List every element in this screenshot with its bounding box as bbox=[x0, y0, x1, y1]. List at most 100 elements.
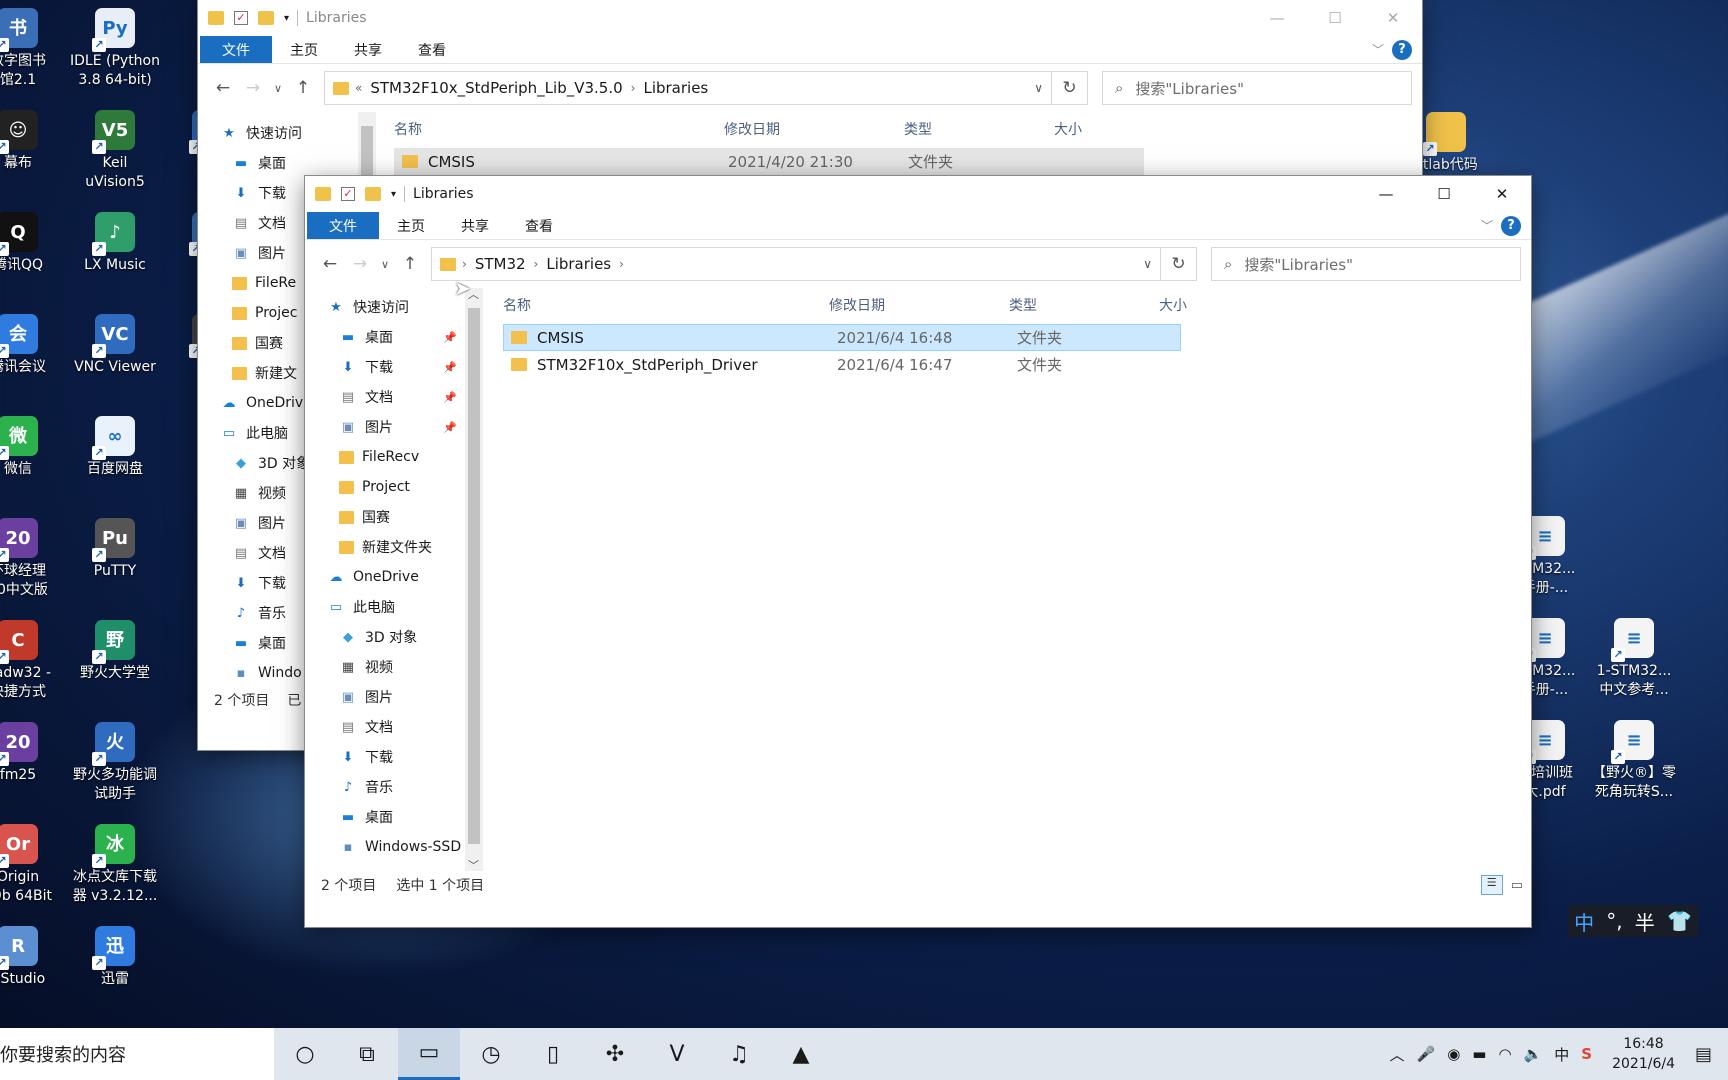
ime-punctuation[interactable]: °, bbox=[1606, 909, 1622, 933]
recent-locations-icon[interactable]: ∨ bbox=[375, 258, 395, 271]
desktop-shortcut[interactable]: 野野火大学堂 bbox=[67, 620, 163, 683]
breadcrumb-segment[interactable]: STM32 bbox=[475, 255, 526, 273]
chevron-down-icon[interactable]: ∨ bbox=[1143, 257, 1152, 271]
taskbar-search-box[interactable]: 你要搜索的内容 bbox=[0, 1028, 274, 1080]
chevron-right-icon[interactable]: › bbox=[619, 257, 624, 271]
breadcrumb-segment[interactable]: Libraries bbox=[546, 255, 611, 273]
nav-item[interactable]: ⬇ 下载 📌 bbox=[305, 352, 465, 382]
file-explorer-icon[interactable]: ▭ bbox=[398, 1028, 460, 1080]
column-header-size[interactable]: 大小 bbox=[1054, 119, 1134, 139]
nav-item[interactable]: FileRecv bbox=[305, 442, 465, 472]
desktop-shortcut[interactable]: PyIDLE (Python 3.8 64-bit) bbox=[67, 8, 163, 90]
forward-arrow-icon[interactable]: → bbox=[345, 254, 375, 274]
cortana-icon[interactable]: ○ bbox=[274, 1028, 336, 1080]
keil-icon[interactable]: V bbox=[646, 1028, 708, 1080]
desktop-shortcut[interactable]: PuPuTTY bbox=[67, 518, 163, 581]
file-row[interactable]: STM32F10x_StdPeriph_Driver 2021/6/4 16:47… bbox=[503, 351, 1181, 378]
back-arrow-icon[interactable]: ← bbox=[208, 78, 238, 98]
notification-icon[interactable]: ▤ bbox=[1695, 1044, 1712, 1065]
nav-item[interactable]: ☁ OneDrive bbox=[305, 562, 465, 592]
recent-locations-icon[interactable]: ∨ bbox=[268, 82, 288, 95]
nav-item[interactable]: ▦ 视频 bbox=[305, 652, 465, 682]
new-folder-icon[interactable] bbox=[258, 11, 274, 25]
nav-item[interactable]: ▤ 文档 bbox=[305, 712, 465, 742]
nav-item[interactable]: ★ 快速访问 bbox=[198, 118, 358, 148]
pin-icon[interactable]: 📌 bbox=[443, 391, 457, 404]
tab-share[interactable]: 共享 bbox=[443, 212, 507, 239]
chevron-down-icon[interactable]: ∨ bbox=[1034, 81, 1043, 95]
desktop-shortcut[interactable]: 冰冰点文库下载 器 v3.2.12... bbox=[67, 824, 163, 906]
chevron-right-icon[interactable]: › bbox=[631, 81, 636, 95]
desktop-shortcut[interactable]: ≡【野火®】零 死角玩转S... bbox=[1586, 720, 1682, 802]
column-header-name[interactable]: 名称 bbox=[394, 119, 724, 139]
ime-mode[interactable]: 中 bbox=[1574, 907, 1594, 936]
column-header-name[interactable]: 名称 bbox=[503, 295, 829, 315]
desktop-shortcut[interactable]: 火野火多功能调 试助手 bbox=[67, 722, 163, 804]
ime-width[interactable]: 半 bbox=[1635, 907, 1655, 936]
nav-item[interactable]: ◆ 3D 对象 bbox=[305, 622, 465, 652]
share-app-icon[interactable]: ✣ bbox=[584, 1028, 646, 1080]
back-arrow-icon[interactable]: ← bbox=[315, 254, 345, 274]
column-header-date[interactable]: 修改日期 bbox=[829, 295, 1009, 315]
desktop-shortcut[interactable]: 会腾讯会议 bbox=[0, 314, 66, 377]
nav-item[interactable]: 新建文件夹 bbox=[305, 532, 465, 562]
large-icons-view-icon[interactable]: ▭ bbox=[1511, 878, 1523, 893]
title-bar[interactable]: ✓ ▾ Libraries — ☐ ✕ bbox=[198, 0, 1422, 36]
file-list[interactable]: 名称 修改日期 类型 大小 CMSIS 2021/6/4 16:48 文件夹 STM3… bbox=[483, 288, 1531, 871]
refresh-icon[interactable]: ↻ bbox=[1052, 71, 1088, 105]
properties-icon[interactable]: ✓ bbox=[234, 11, 248, 25]
clock-app-icon[interactable]: ◷ bbox=[460, 1028, 522, 1080]
new-folder-icon[interactable] bbox=[365, 187, 381, 201]
up-arrow-icon[interactable]: ↑ bbox=[288, 78, 318, 98]
title-bar[interactable]: ✓ ▾ Libraries — ☐ ✕ bbox=[305, 176, 1531, 212]
nav-item[interactable]: ♪ 音乐 bbox=[305, 772, 465, 802]
help-icon[interactable]: ? bbox=[1501, 215, 1521, 236]
scrollbar-thumb[interactable] bbox=[468, 308, 480, 844]
pin-icon[interactable]: 📌 bbox=[443, 331, 457, 344]
sogou-icon[interactable]: S bbox=[1581, 1045, 1592, 1063]
explorer-window-front[interactable]: ✓ ▾ Libraries — ☐ ✕ 文件 主页 共享 查看 ﹀ ? ← → … bbox=[305, 176, 1531, 927]
nav-item[interactable]: ▬ 桌面 bbox=[198, 148, 358, 178]
pin-icon[interactable]: 📌 bbox=[443, 361, 457, 374]
notepad-icon[interactable]: ▯ bbox=[522, 1028, 584, 1080]
nav-item[interactable]: Project bbox=[305, 472, 465, 502]
desktop-shortcut[interactable]: 20环球经理 20中文版 bbox=[0, 518, 66, 600]
desktop-shortcut[interactable]: ☺幕布 bbox=[0, 110, 66, 173]
desktop-shortcut[interactable]: VCVNC Viewer bbox=[67, 314, 163, 377]
chevron-right-icon[interactable]: › bbox=[462, 257, 467, 271]
tab-file[interactable]: 文件 bbox=[200, 36, 272, 63]
pin-icon[interactable]: 📌 bbox=[443, 421, 457, 434]
nav-item[interactable]: 国赛 bbox=[305, 502, 465, 532]
file-row[interactable]: CMSIS 2021/6/4 16:48 文件夹 bbox=[503, 324, 1181, 351]
address-bar[interactable]: « STM32F10x_StdPeriph_Lib_V3.5.0 › Libra… bbox=[324, 71, 1052, 105]
search-input[interactable]: ⌕ 搜索"Libraries" bbox=[1102, 71, 1412, 105]
wifi-icon[interactable]: ◠ bbox=[1498, 1045, 1511, 1063]
task-view-icon[interactable]: ⧉ bbox=[336, 1028, 398, 1080]
desktop-shortcut[interactable]: Q腾讯QQ bbox=[0, 212, 66, 275]
nav-item[interactable]: ▭ 此电脑 bbox=[305, 592, 465, 622]
navigation-pane[interactable]: ★ 快速访问 ▬ 桌面 📌 ⬇ 下载 📌 ▤ 文档 📌 ▣ 图片 📌 FileRecv Project 国赛 新建… bbox=[305, 288, 466, 871]
photos-icon[interactable]: ▲ bbox=[770, 1028, 832, 1080]
address-bar[interactable]: › STM32 › Libraries › ∨ bbox=[431, 247, 1161, 281]
volume-icon[interactable]: 🔈 bbox=[1524, 1045, 1543, 1063]
chevron-right-icon[interactable]: › bbox=[534, 257, 539, 271]
column-header-size[interactable]: 大小 bbox=[1159, 295, 1239, 315]
show-hidden-icons-icon[interactable]: ︿ bbox=[1390, 1044, 1405, 1065]
breadcrumb-segment[interactable]: Libraries bbox=[643, 79, 708, 97]
nav-scrollbar[interactable]: ︿ ﹀ bbox=[465, 288, 483, 873]
tab-home[interactable]: 主页 bbox=[379, 212, 443, 239]
scroll-down-icon[interactable]: ﹀ bbox=[468, 857, 479, 873]
overflow-chevron[interactable]: « bbox=[355, 81, 362, 95]
up-arrow-icon[interactable]: ↑ bbox=[395, 254, 425, 274]
desktop-shortcut[interactable]: V5Keil uVision5 bbox=[67, 110, 163, 192]
properties-icon[interactable]: ✓ bbox=[341, 187, 355, 201]
nav-item[interactable]: ⬇ 下载 bbox=[305, 742, 465, 772]
tab-file[interactable]: 文件 bbox=[307, 212, 379, 239]
qq-tray-icon[interactable]: ◉ bbox=[1447, 1045, 1460, 1063]
forward-arrow-icon[interactable]: → bbox=[238, 78, 268, 98]
desktop-shortcut[interactable]: ♪LX Music bbox=[67, 212, 163, 275]
chevron-down-icon[interactable]: ▾ bbox=[284, 13, 289, 24]
nav-item[interactable]: ▬ 桌面 📌 bbox=[305, 322, 465, 352]
music-app-icon[interactable]: ♫ bbox=[708, 1028, 770, 1080]
tab-home[interactable]: 主页 bbox=[272, 36, 336, 63]
